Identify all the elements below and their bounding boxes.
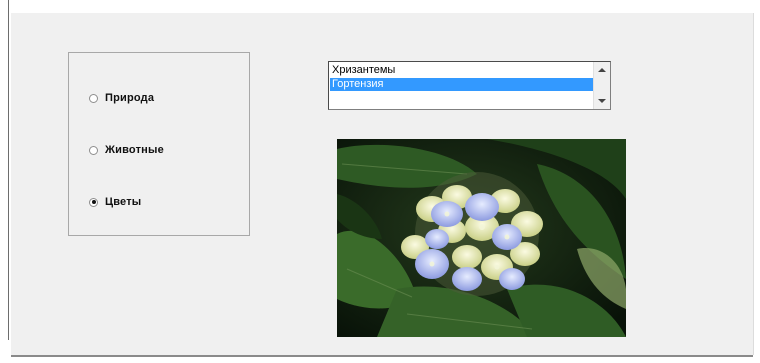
window-right-border bbox=[753, 13, 754, 355]
radio-flowers[interactable]: Цветы bbox=[89, 194, 141, 210]
radio-flowers-label[interactable]: Цветы bbox=[105, 196, 141, 208]
scroll-down-icon[interactable] bbox=[598, 99, 606, 103]
listbox-scrollbar[interactable] bbox=[593, 62, 610, 109]
radio-nature-label[interactable]: Природа bbox=[105, 92, 154, 104]
window-left-border bbox=[0, 0, 10, 363]
radio-animals[interactable]: Животные bbox=[89, 142, 164, 158]
radio-flowers-indicator[interactable] bbox=[89, 197, 98, 207]
category-groupbox: Природа Животные Цветы bbox=[68, 52, 250, 236]
flower-preview-image bbox=[337, 139, 626, 337]
radio-nature-indicator[interactable] bbox=[89, 93, 98, 103]
list-item-chrysanthemum[interactable]: Хризантемы bbox=[330, 64, 594, 77]
flower-listbox[interactable]: Хризантемы Гортензия bbox=[328, 61, 611, 110]
list-item-hydrangea[interactable]: Гортензия bbox=[330, 78, 594, 91]
radio-animals-label[interactable]: Животные bbox=[105, 144, 164, 156]
radio-animals-indicator[interactable] bbox=[89, 145, 98, 155]
window-bottom-border bbox=[11, 355, 753, 357]
radio-nature[interactable]: Природа bbox=[89, 90, 154, 106]
scroll-up-icon[interactable] bbox=[598, 68, 606, 72]
hydrangea-photo bbox=[337, 139, 626, 337]
